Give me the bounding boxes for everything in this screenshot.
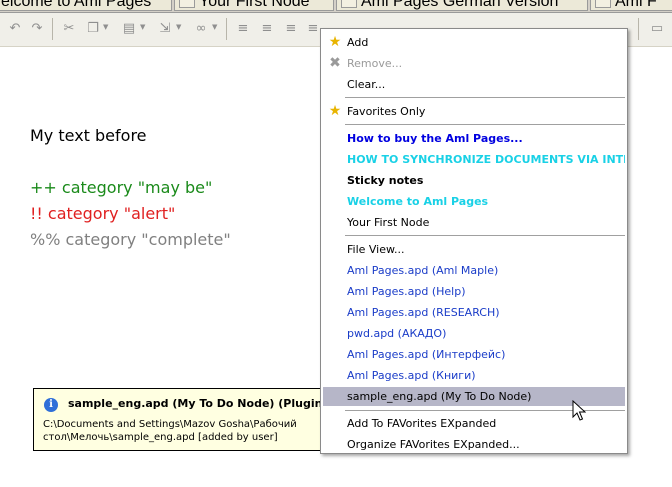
tab-aml[interactable]: Aml F xyxy=(590,0,672,11)
menu-item-label: Add To FAVorites EXpanded xyxy=(347,417,497,430)
menu-item-label: Favorites Only xyxy=(347,105,426,118)
paste-icon[interactable]: ▤ xyxy=(120,21,138,37)
menu-item-label: Aml Pages.apd (Aml Maple) xyxy=(347,264,499,277)
chevron-down-icon[interactable]: ▼ xyxy=(140,23,145,31)
menu-item-label: Your First Node xyxy=(347,216,430,229)
star-icon: ★ xyxy=(328,34,342,50)
doc-line-alert: !! category "alert" xyxy=(30,204,176,223)
doc-line-maybe: ++ category "may be" xyxy=(30,178,213,197)
menu-item-favorite[interactable]: How to buy the Aml Pages... xyxy=(323,129,625,148)
menu-item-label: File View... xyxy=(347,243,405,256)
tooltip-title: sample_eng.apd (My To Do Node) (Plugins) xyxy=(68,397,334,410)
toolbar-separator xyxy=(226,18,227,40)
find-binoculars-icon[interactable]: ∞ xyxy=(192,21,210,37)
menu-item-favorite[interactable]: HOW TO SYNCHRONIZE DOCUMENTS VIA INTERNE… xyxy=(323,150,625,169)
page-icon xyxy=(341,0,357,8)
tab-your-first-node[interactable]: Your First Node xyxy=(174,0,334,11)
menu-item-label: Organize FAVorites EXpanded... xyxy=(347,438,520,451)
menu-item-label: Clear... xyxy=(347,78,386,91)
mouse-cursor-icon xyxy=(572,400,586,421)
menu-item-favorite[interactable]: Sticky notes xyxy=(323,171,625,190)
menu-item-clear[interactable]: Clear... xyxy=(323,75,625,94)
toolbar-separator xyxy=(52,18,53,40)
format-painter-icon[interactable]: ⇲ xyxy=(156,21,174,37)
document-tab-bar: elcome to Aml Pages Your First Node Aml … xyxy=(0,0,672,13)
copy-icon[interactable]: ❐ xyxy=(84,21,102,37)
menu-separator xyxy=(345,97,625,98)
menu-item-file[interactable]: Aml Pages.apd (Интерфейс) xyxy=(323,345,625,364)
menu-item-label: Aml Pages.apd (Интерфейс) xyxy=(347,348,506,361)
menu-item-label: Aml Pages.apd (Книги) xyxy=(347,369,476,382)
tab-label: elcome to Aml Pages xyxy=(1,0,152,10)
align-right-icon[interactable]: ≡ xyxy=(282,21,300,37)
page-icon xyxy=(179,0,195,8)
x-icon: ✖ xyxy=(329,55,341,71)
redo-icon[interactable]: ↷ xyxy=(28,21,46,37)
menu-item-label: Add xyxy=(347,36,369,49)
align-center-icon[interactable]: ≡ xyxy=(258,21,276,37)
chevron-down-icon[interactable]: ▼ xyxy=(176,23,181,31)
toolbar-overflow-icon[interactable]: ▭ xyxy=(648,21,666,37)
tab-label: Aml Pages German Version xyxy=(361,0,559,10)
menu-item-favorite[interactable]: Welcome to Aml Pages xyxy=(323,192,625,211)
tab-german-version[interactable]: Aml Pages German Version xyxy=(336,0,588,11)
tab-label: Aml F xyxy=(615,0,657,10)
tab-label: Your First Node xyxy=(199,0,310,10)
menu-item-favorite[interactable]: Your First Node xyxy=(323,213,625,232)
menu-item-label: Remove... xyxy=(347,57,403,70)
tab-welcome[interactable]: elcome to Aml Pages xyxy=(0,0,172,11)
star-icon: ★ xyxy=(328,103,342,119)
menu-item-label: Aml Pages.apd (Help) xyxy=(347,285,466,298)
menu-item-label: pwd.apd (АКАДО) xyxy=(347,327,447,340)
menu-item-organize-expanded[interactable]: Organize FAVorites EXpanded... xyxy=(323,435,625,454)
undo-icon[interactable]: ↶ xyxy=(6,21,24,37)
menu-item-file[interactable]: Aml Pages.apd (Aml Maple) xyxy=(323,261,625,280)
menu-item-remove[interactable]: ✖ Remove... xyxy=(323,54,625,73)
menu-item-file[interactable]: Aml Pages.apd (Help) xyxy=(323,282,625,301)
menu-item-label: Aml Pages.apd (RESEARCH) xyxy=(347,306,500,319)
toolbar-separator xyxy=(638,18,639,40)
doc-line-plain: My text before xyxy=(30,126,147,145)
file-tooltip: i sample_eng.apd (My To Do Node) (Plugin… xyxy=(33,388,334,451)
menu-item-file[interactable]: pwd.apd (АКАДО) xyxy=(323,324,625,343)
cut-icon[interactable]: ✂ xyxy=(60,21,78,37)
favorites-menu: ★ Add ✖ Remove... Clear... ★ Favorites O… xyxy=(320,28,628,454)
doc-line-complete: %% category "complete" xyxy=(30,230,231,249)
menu-item-add[interactable]: ★ Add xyxy=(323,33,625,52)
menu-item-label: How to buy the Aml Pages... xyxy=(347,132,523,145)
menu-item-favorites-only[interactable]: ★ Favorites Only xyxy=(323,102,625,121)
menu-separator xyxy=(345,124,625,125)
menu-item-label: HOW TO SYNCHRONIZE DOCUMENTS VIA INTERNE… xyxy=(347,153,625,166)
chevron-down-icon[interactable]: ▼ xyxy=(212,23,217,31)
align-left-icon[interactable]: ≡ xyxy=(234,21,252,37)
menu-item-file-view[interactable]: File View... xyxy=(323,240,625,259)
tooltip-path: C:\Documents and Settings\Mazov Gosha\Ра… xyxy=(43,419,297,443)
chevron-down-icon[interactable]: ▼ xyxy=(103,23,108,31)
menu-item-file[interactable]: Aml Pages.apd (Книги) xyxy=(323,366,625,385)
info-icon: i xyxy=(44,398,58,412)
page-icon xyxy=(595,0,611,8)
menu-item-label: sample_eng.apd (My To Do Node) xyxy=(347,390,532,403)
menu-item-file[interactable]: Aml Pages.apd (RESEARCH) xyxy=(323,303,625,322)
menu-item-label: Sticky notes xyxy=(347,174,424,187)
menu-item-label: Welcome to Aml Pages xyxy=(347,195,489,208)
menu-separator xyxy=(345,235,625,236)
